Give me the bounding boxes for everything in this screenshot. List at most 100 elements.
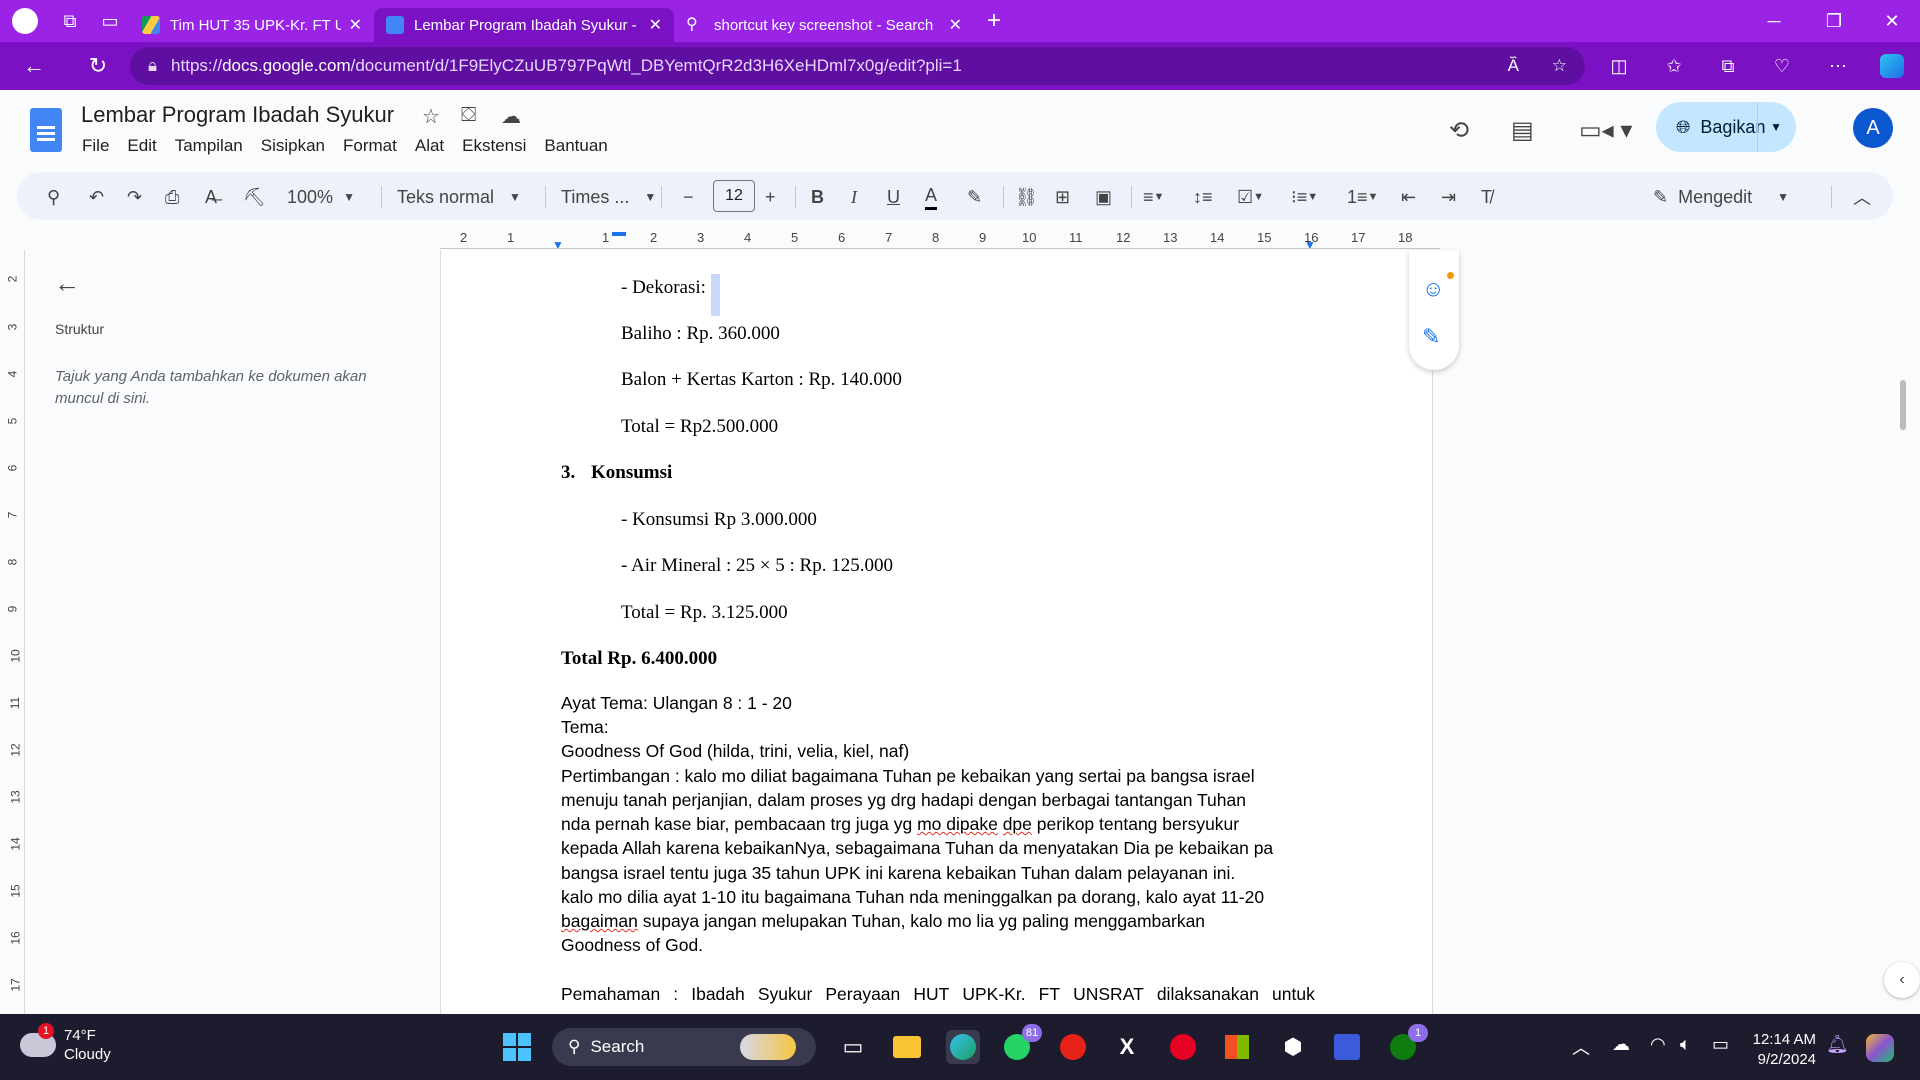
hide-menus-icon[interactable]: ︿ [1853,184,1871,210]
decrease-font-size-icon[interactable]: − [683,184,694,210]
increase-font-size-icon[interactable]: + [765,184,776,210]
decrease-indent-icon[interactable]: ⇤ [1401,184,1416,210]
redo-icon[interactable]: ↷ [127,184,142,210]
print-icon[interactable]: ⎙ [165,184,179,210]
bold-icon[interactable]: B [811,184,824,210]
version-history-icon[interactable]: ⟲ [1449,116,1469,145]
copilot-taskbar-icon[interactable] [1866,1034,1894,1067]
clock[interactable]: 12:14 AM 9/2/2024 [1748,1030,1816,1070]
tab-search[interactable]: ⚲ shortcut key screenshot - Search ✕ [674,8,974,42]
app-icon[interactable] [1330,1030,1364,1064]
menu-extensions[interactable]: Ekstensi [462,136,526,156]
align-icon[interactable]: ≡ ▼ [1143,184,1164,210]
editing-mode-select[interactable]: ✎ Mengedit ▼ [1653,184,1789,210]
read-aloud-icon[interactable]: A᷈ [1508,56,1519,76]
favorite-star-icon[interactable]: ☆ [1552,56,1567,76]
line-spacing-icon[interactable]: ↕≡ [1193,184,1213,210]
notification-bell-icon[interactable]: 🔔︎ [1826,1034,1849,1055]
volume-icon[interactable]: 🔈︎ [1680,1034,1691,1055]
spelling-error[interactable]: mo dipake [917,814,998,834]
spelling-error[interactable]: bagaiman [561,911,638,931]
menu-help[interactable]: Bantuan [544,136,607,156]
document-page[interactable]: - Dekorasi: Baliho : Rp. 360.000 Balon +… [440,250,1433,1014]
suggest-edits-icon[interactable]: ✎ [1422,324,1440,350]
back-arrow-icon[interactable]: ← [12,46,56,86]
split-screen-icon[interactable]: ◫ [1597,46,1641,86]
menu-format[interactable]: Format [343,136,397,156]
text-color-icon[interactable]: A [925,184,938,210]
close-tab-icon[interactable]: ✕ [649,15,662,35]
profile-icon[interactable] [0,0,50,42]
bulleted-list-icon[interactable]: ⁝≡ ▼ [1291,184,1318,210]
clear-formatting-icon[interactable]: T̸ [1481,184,1492,210]
comments-icon[interactable]: ▤ [1511,116,1534,145]
avatar[interactable]: A [1853,108,1893,148]
whatsapp-icon[interactable]: 81 [1000,1024,1042,1064]
minimize-button[interactable]: ─ [1746,0,1802,42]
horizontal-ruler[interactable]: 2 1 ▼ 1 2 3 4 5 6 7 8 9 10 11 12 13 14 1… [440,226,1440,252]
search-menus-icon[interactable]: ⚲ [47,184,60,210]
checklist-icon[interactable]: ☑ ▼ [1237,184,1264,210]
settings-icon[interactable]: ⬢ [1276,1030,1310,1064]
start-icon[interactable] [500,1030,534,1064]
menu-edit[interactable]: Edit [127,136,156,156]
workspaces-icon[interactable]: ⧉ [50,0,90,42]
docs-logo-icon[interactable] [30,108,62,152]
close-window-button[interactable]: ✕ [1864,0,1920,42]
edge-icon[interactable] [946,1030,980,1064]
copilot-icon[interactable] [1870,46,1914,86]
refresh-icon[interactable]: ↻ [76,46,120,86]
menu-file[interactable]: File [82,136,109,156]
wifi-icon[interactable]: ◠ [1650,1034,1666,1055]
italic-icon[interactable]: I [851,184,857,210]
tab-docs[interactable]: Lembar Program Ibadah Syukur - ✕ [374,8,674,42]
insert-link-icon[interactable]: ⛓ [1015,184,1038,210]
close-tab-icon[interactable]: ✕ [349,15,362,35]
increase-indent-icon[interactable]: ⇥ [1441,184,1456,210]
onedrive-icon[interactable]: ☁ [1612,1034,1630,1055]
tab-actions-icon[interactable]: ▭ [90,0,130,42]
undo-icon[interactable]: ↶ [89,184,104,210]
weather-widget[interactable]: 1 74°F Cloudy [20,1023,111,1064]
more-menu-icon[interactable]: ⋯ [1816,46,1860,86]
emoji-reaction-icon[interactable]: ☺ [1422,276,1444,302]
xbox-icon[interactable]: 1 [1386,1024,1428,1064]
pinterest-icon[interactable] [1166,1030,1200,1064]
youtube-icon[interactable] [1056,1030,1090,1064]
highlight-icon[interactable]: ✎ [967,184,982,210]
document-title[interactable]: Lembar Program Ibadah Syukur [81,102,394,128]
x-icon[interactable]: X [1110,1030,1144,1064]
share-button[interactable]: 🌐︎ Bagikan ▼ [1656,102,1796,152]
spellcheck-icon[interactable]: A̶ [205,184,217,210]
battery-icon[interactable]: ▭ [1712,1034,1729,1055]
first-line-indent-marker-icon[interactable] [612,232,626,236]
font-select[interactable]: Times ... ▼ [561,184,656,210]
underline-icon[interactable]: U [887,184,900,210]
zoom-select[interactable]: 100% ▼ [287,184,355,210]
star-icon[interactable]: ☆ [422,104,440,129]
close-tab-icon[interactable]: ✕ [949,15,962,35]
browser-essentials-icon[interactable]: ♡ [1760,46,1804,86]
move-to-folder-icon[interactable]: ⛋ [461,104,476,127]
url-field[interactable]: 🔒︎ https://docs.google.com/document/d/1F… [130,47,1585,85]
task-view-icon[interactable]: ▭ [836,1030,870,1064]
vertical-scrollbar[interactable] [1900,380,1906,430]
vertical-ruler[interactable]: 2 3 4 5 6 7 8 9 10 11 12 13 14 15 16 17 [5,250,25,1014]
paragraph-style-select[interactable]: Teks normal ▼ [397,184,521,210]
spelling-error[interactable]: dpe [1003,814,1032,834]
tab-drive[interactable]: Tim HUT 35 UPK-Kr. FT UNSRAT - ✕ [130,8,374,42]
file-explorer-icon[interactable] [890,1030,924,1064]
microsoft-store-icon[interactable] [1220,1030,1254,1064]
side-panel-toggle-icon[interactable]: ‹ [1884,962,1920,998]
menu-view[interactable]: Tampilan [175,136,243,156]
menu-tools[interactable]: Alat [415,136,444,156]
font-size-field[interactable]: 12 [713,180,755,212]
new-tab-button[interactable]: + [974,0,1014,42]
favorites-icon[interactable]: ✩ [1652,46,1696,86]
paint-format-icon[interactable]: ⛏ [243,184,266,210]
insert-image-icon[interactable]: ▣ [1095,184,1112,210]
collections-icon[interactable]: ⧉ [1706,46,1750,86]
restore-button[interactable]: ❐ [1806,0,1862,42]
numbered-list-icon[interactable]: 1≡ ▼ [1347,184,1378,210]
meet-icon[interactable]: ▭◂ ▾ [1579,116,1632,145]
